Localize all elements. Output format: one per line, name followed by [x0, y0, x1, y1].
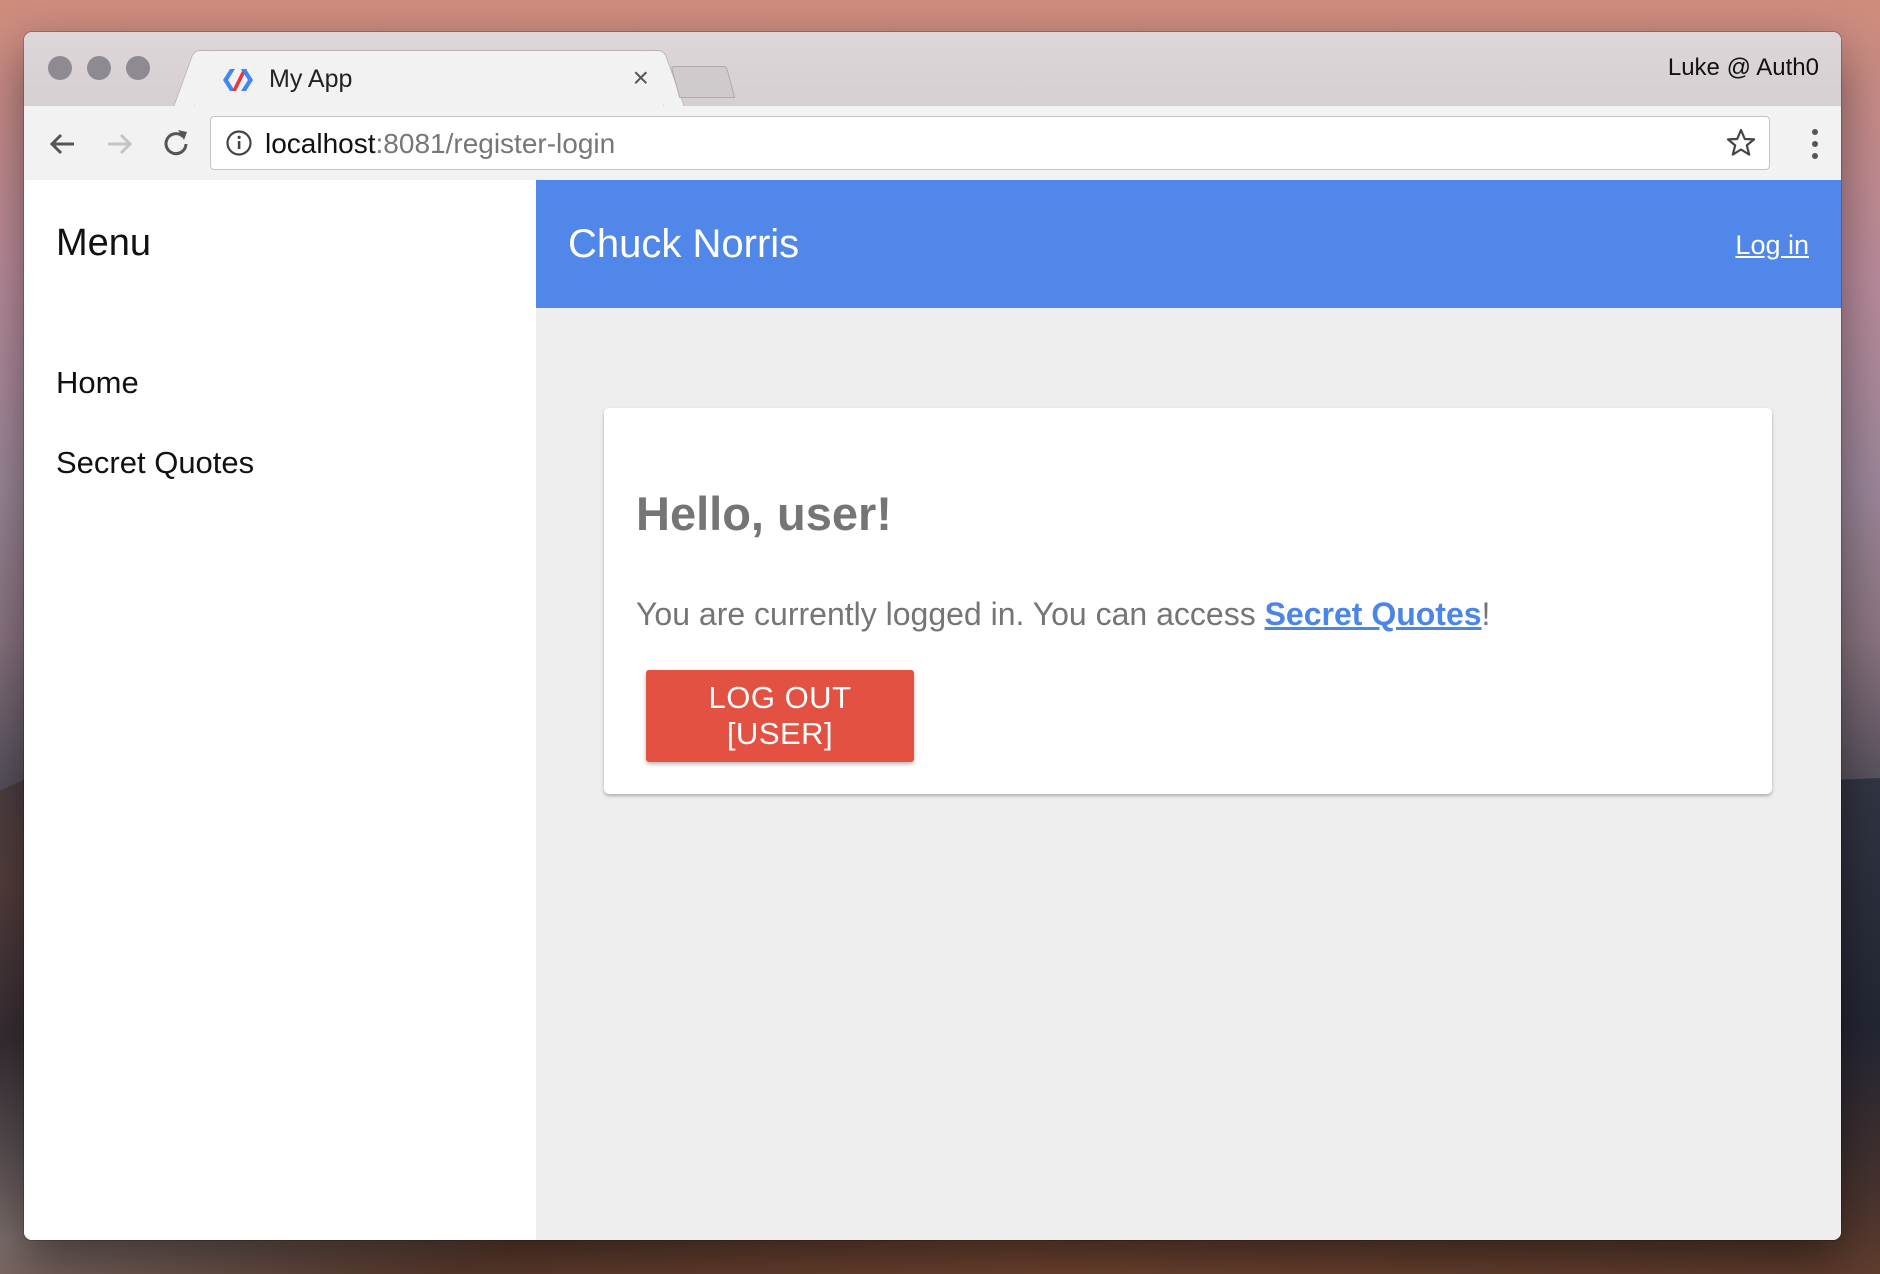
browser-toolbar: localhost:8081/register-login [24, 106, 1841, 181]
card-message: You are currently logged in. You can acc… [636, 596, 1490, 633]
profile-name[interactable]: Luke @ Auth0 [1668, 54, 1819, 82]
card-heading: Hello, user! [636, 487, 892, 540]
message-text: You are currently logged in. You can acc… [636, 596, 1265, 632]
secret-quotes-link[interactable]: Secret Quotes [1265, 596, 1482, 632]
window-controls [48, 56, 150, 80]
zoom-window-button[interactable] [126, 56, 150, 80]
minimize-window-button[interactable] [87, 56, 111, 80]
tab-strip: My App × Luke @ Auth0 [24, 32, 1841, 109]
drawer-item-home[interactable]: Home [56, 365, 139, 401]
page-content: Menu Home Secret Quotes Chuck Norris Log… [24, 180, 1841, 1240]
address-bar[interactable]: localhost:8081/register-login [210, 116, 1770, 170]
browser-tab[interactable]: My App × [194, 50, 664, 109]
url-host: localhost [265, 128, 376, 159]
forward-arrow-icon[interactable] [100, 124, 140, 164]
url-path: :8081/register-login [375, 128, 616, 159]
welcome-card: Hello, user! You are currently logged in… [604, 408, 1772, 794]
url-text[interactable]: localhost:8081/register-login [265, 128, 615, 160]
drawer-title: Menu [56, 222, 152, 264]
message-punctuation: ! [1481, 596, 1491, 632]
new-tab-button[interactable] [670, 66, 736, 98]
back-arrow-icon[interactable] [42, 124, 82, 164]
login-link[interactable]: Log in [1735, 230, 1809, 261]
app-title: Chuck Norris [568, 222, 800, 266]
app-header: Chuck Norris Log in [536, 180, 1841, 308]
close-window-button[interactable] [48, 56, 72, 80]
tab-close-icon[interactable]: × [633, 63, 649, 93]
star-icon[interactable] [1725, 127, 1757, 159]
reload-icon[interactable] [156, 124, 196, 164]
drawer-item-secret-quotes[interactable]: Secret Quotes [56, 445, 254, 481]
browser-window: My App × Luke @ Auth0 localhost:8081/reg… [24, 32, 1841, 1240]
menu-dots-icon[interactable] [1811, 128, 1819, 160]
tab-title: My App [269, 65, 353, 93]
polymer-favicon [223, 69, 253, 91]
logout-button[interactable]: LOG OUT [USER] [646, 670, 914, 762]
app-drawer: Menu Home Secret Quotes [24, 180, 536, 1240]
info-icon[interactable] [225, 129, 253, 157]
